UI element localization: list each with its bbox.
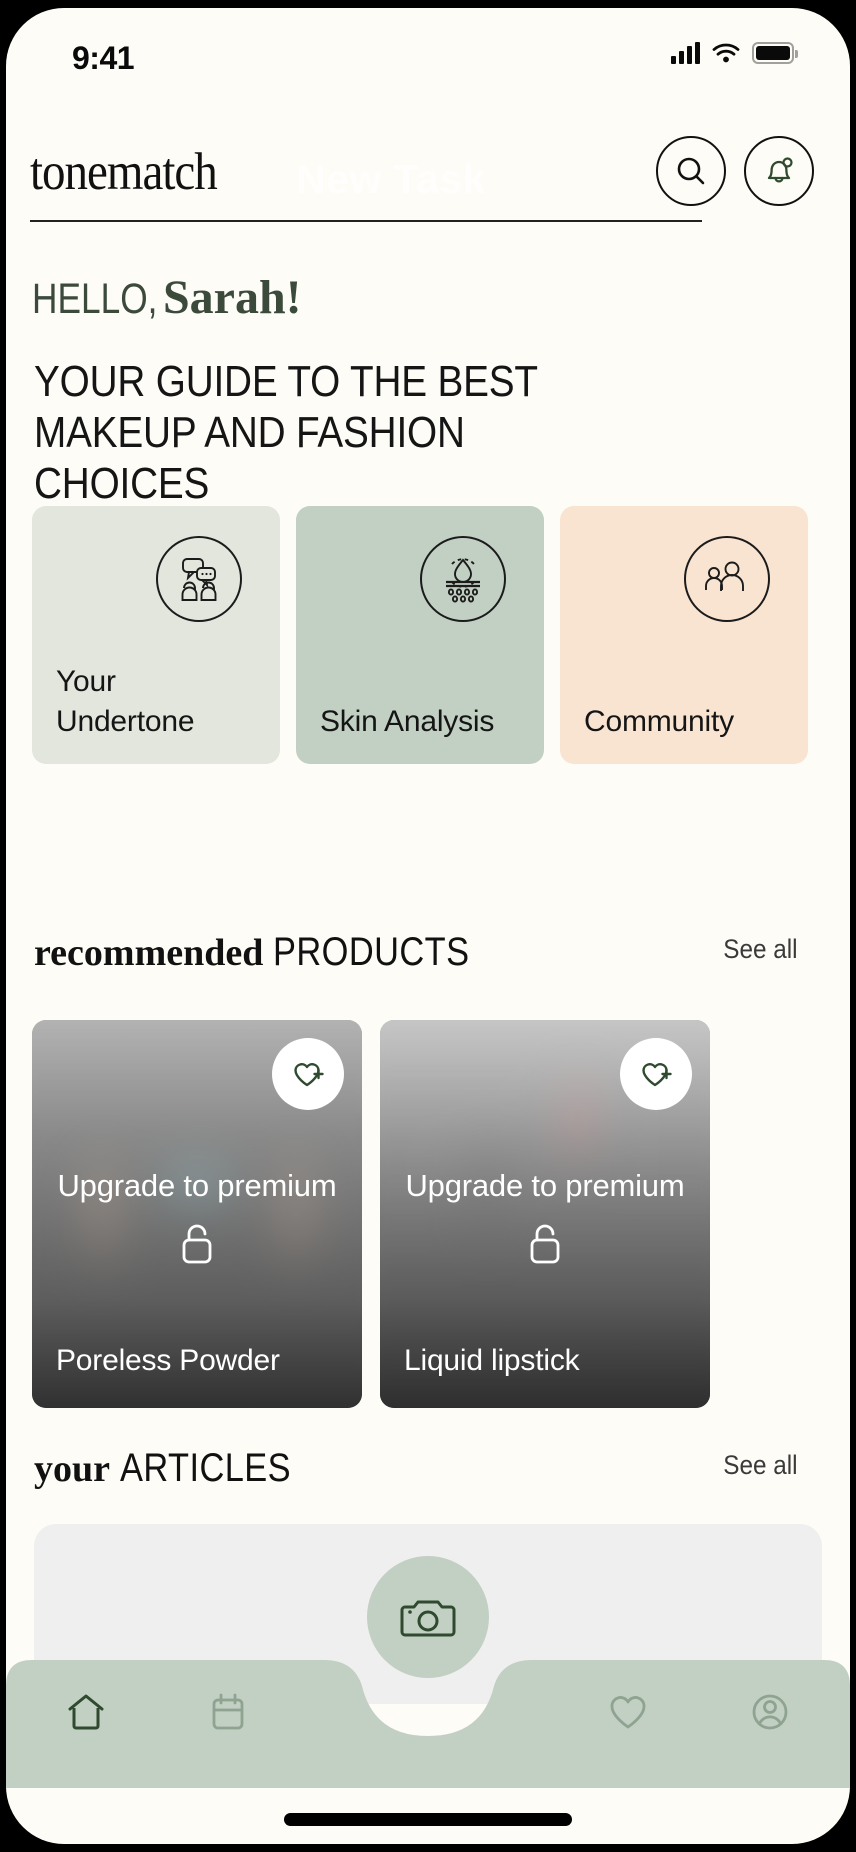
category-carousel[interactable]: Your Undertone Skin Analysis Community [32,506,808,764]
home-icon [68,1694,104,1730]
section-title-sans: PRODUCTS [273,930,470,974]
lock-wrap [380,1218,710,1270]
category-label: Skin Analysis [320,705,495,738]
phone-frame: 9:41 tonematch New Task HELLO, Sarah! YO… [0,0,856,1852]
battery-icon [752,42,798,64]
lock-wrap [32,1218,362,1270]
product-name: Poreless Powder [56,1344,280,1377]
header-divider [30,220,702,222]
skin-hydration-icon [420,536,506,622]
see-all-products-link[interactable]: See all [724,934,798,965]
profile-icon [752,1694,788,1730]
product-list[interactable]: Upgrade to premium Poreless Powder Upgra… [32,1020,710,1408]
category-label: Community [584,705,734,738]
product-card-poreless-powder[interactable]: Upgrade to premium Poreless Powder [32,1020,362,1408]
cellular-signal-icon [671,42,700,64]
heart-icon [610,1696,646,1729]
nav-item-favorites[interactable] [596,1680,660,1744]
upsell-text: Upgrade to premium [405,1168,685,1203]
home-indicator [284,1813,572,1826]
unlock-icon [182,1224,212,1264]
new-task-watermark: New Task [296,156,487,202]
product-name: Liquid lipstick [404,1344,580,1377]
notifications-button[interactable] [744,136,814,206]
app-logo: tonematch [30,143,218,202]
greeting-hello: HELLO, [32,275,158,323]
notification-bell-icon [767,157,793,183]
heart-plus-icon [642,1063,672,1087]
search-button[interactable] [656,136,726,206]
favorite-button[interactable] [272,1038,344,1110]
nav-item-calendar[interactable] [196,1680,260,1744]
greeting-name: Sarah! [162,271,302,324]
search-icon [677,157,705,185]
nav-item-profile[interactable] [738,1680,802,1744]
upsell-text: Upgrade to premium [57,1168,337,1203]
category-card-community[interactable]: Community [560,506,808,764]
unlock-icon [530,1224,560,1264]
wifi-icon [712,43,740,63]
nav-item-home[interactable] [54,1680,118,1744]
recommended-products-header: recommended PRODUCTS See all [34,930,822,975]
category-card-undertone[interactable]: Your Undertone [32,506,280,764]
category-label: Your Undertone [56,665,195,738]
section-title-serif: your [34,1448,110,1490]
page-tagline: YOUR GUIDE TO THE BEST MAKEUP AND FASHIO… [34,357,538,508]
favorite-button[interactable] [620,1038,692,1110]
section-title-sans: ARTICLES [120,1446,292,1490]
see-all-articles-link[interactable]: See all [724,1450,798,1481]
greeting: HELLO, Sarah! [32,270,302,325]
bottom-navigation [6,1542,850,1788]
app-screen: 9:41 tonematch New Task HELLO, Sarah! YO… [6,8,850,1844]
status-indicators [671,42,798,64]
status-time: 9:41 [72,40,135,76]
calendar-icon [212,1693,244,1730]
articles-header: your ARTICLES See all [34,1446,822,1491]
camera-icon [400,1600,456,1637]
status-bar: 9:41 [6,8,850,112]
chat-people-icon [156,536,242,622]
camera-button[interactable] [367,1556,489,1678]
heart-plus-icon [294,1063,324,1087]
section-title-serif: recommended [34,932,264,974]
category-card-skin-analysis[interactable]: Skin Analysis [296,506,544,764]
product-card-liquid-lipstick[interactable]: Upgrade to premium Liquid lipstick [380,1020,710,1408]
community-people-icon [684,536,770,622]
